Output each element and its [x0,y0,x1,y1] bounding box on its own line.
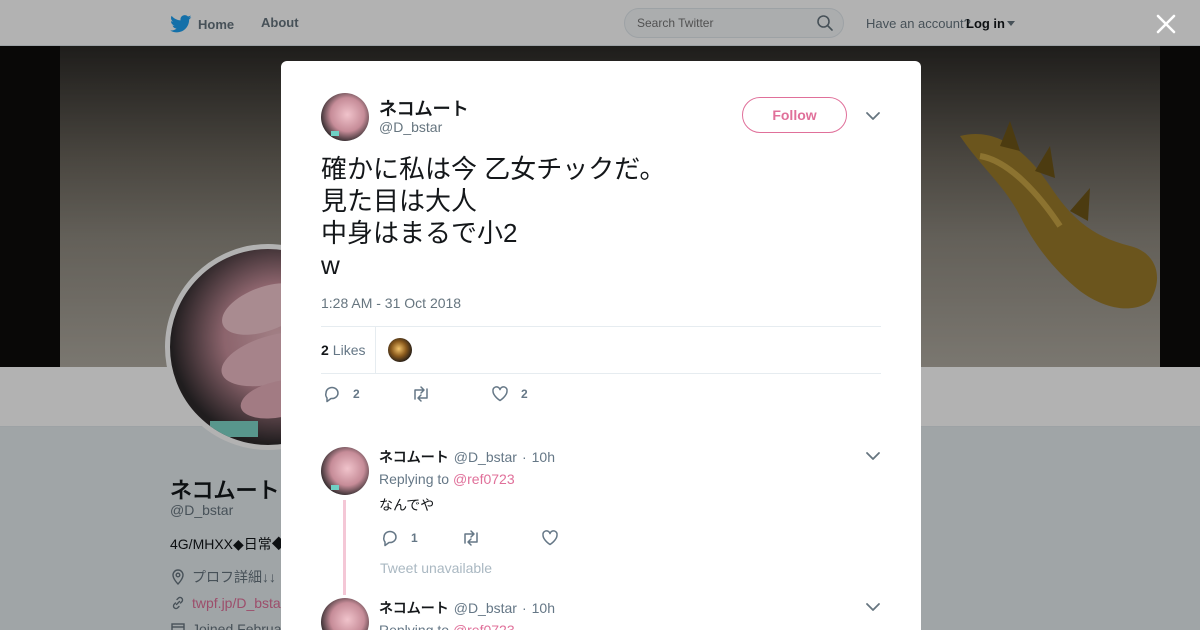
follow-button[interactable]: Follow [742,97,847,133]
reply-author-avatar[interactable] [321,598,369,630]
like-button[interactable]: 2 [491,385,528,403]
tweet-author-avatar[interactable] [321,93,369,141]
reply-count: 1 [411,531,418,545]
reply-author-handle[interactable]: @D_bstar [454,600,517,616]
tweet-unavailable-text: Tweet unavailable [380,560,493,576]
reply-time[interactable]: 10h [532,600,555,616]
retweet-button[interactable] [411,385,491,403]
close-icon[interactable] [1154,12,1178,36]
reply-author-avatar[interactable] [321,447,369,495]
tweet-stats: 2 Likes [321,326,881,374]
reply-icon [383,530,397,547]
reply-header: ネコムート @D_bstar · 10h [379,447,555,467]
heart-icon [542,530,558,546]
liker-avatar[interactable] [388,338,412,362]
separator-dot: · [521,600,527,616]
retweet-icon [414,386,428,402]
replying-to-link[interactable]: @ref0723 [453,622,515,630]
tweet-text: 確かに私は今 乙女チックだ。 見た目は大人 中身はまるで小2 w [321,154,666,280]
thread-connector-line [343,500,346,595]
tweet-timestamp[interactable]: 1:28 AM - 31 Oct 2018 [321,295,461,311]
replying-to: Replying to @ref0723 [379,622,515,630]
reply-icon [325,386,339,403]
tweet-actions: 2 2 [323,385,528,403]
reply-author-name[interactable]: ネコムート [379,598,449,618]
tweet-author-handle[interactable]: @D_bstar [379,119,442,135]
likes-stat[interactable]: 2 Likes [321,342,365,358]
reply-author-handle[interactable]: @D_bstar [454,449,517,465]
chevron-down-icon[interactable] [865,108,881,124]
retweet-button[interactable] [461,529,541,547]
separator-dot: · [521,449,527,465]
likes-count: 2 [321,342,329,358]
reply-text: なんでや [379,497,435,513]
reply-button[interactable]: 2 [323,385,411,403]
replying-to-link[interactable]: @ref0723 [453,471,515,487]
tweet-modal: ネコムート @D_bstar Follow 確かに私は今 乙女チックだ。 見た目… [281,61,921,630]
retweet-icon [464,530,478,546]
likes-label: Likes [332,342,366,358]
like-button[interactable] [541,529,571,547]
reply-actions: 1 [381,529,571,547]
reply-button[interactable]: 1 [381,529,461,547]
stats-divider [375,327,376,373]
reply-header: ネコムート @D_bstar · 10h [379,598,555,618]
heart-icon [492,386,508,402]
reply-count: 2 [353,387,360,401]
chevron-down-icon[interactable] [865,599,881,615]
reply-time[interactable]: 10h [532,449,555,465]
replying-prefix: Replying to [379,622,450,630]
replying-to: Replying to @ref0723 [379,471,515,487]
tweet-author-name[interactable]: ネコムート [379,95,469,121]
like-count: 2 [521,387,528,401]
replying-prefix: Replying to [379,471,450,487]
chevron-down-icon[interactable] [865,448,881,464]
reply-author-name[interactable]: ネコムート [379,447,449,467]
